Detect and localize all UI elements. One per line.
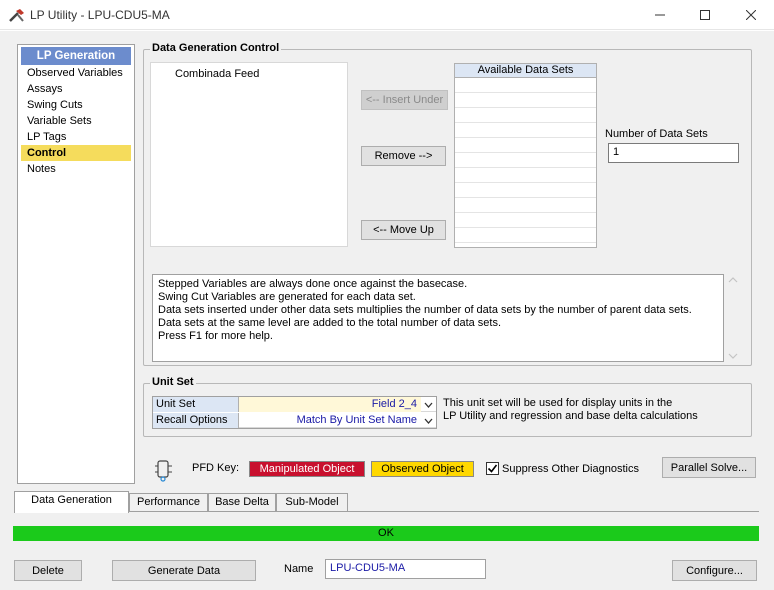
list-row xyxy=(455,213,596,228)
remove-button[interactable]: Remove --> xyxy=(361,146,446,166)
suppress-diagnostics-label[interactable]: Suppress Other Diagnostics xyxy=(502,463,639,475)
minimize-button[interactable] xyxy=(637,0,683,30)
recall-options-value[interactable]: Match By Unit Set Name xyxy=(239,413,421,428)
scroll-down-icon[interactable] xyxy=(728,352,738,360)
lp-generation-nav: LP Generation Observed Variables Assays … xyxy=(17,44,135,484)
nav-item-observed-variables[interactable]: Observed Variables xyxy=(21,65,131,81)
nav-item-control[interactable]: Control xyxy=(21,145,131,161)
tab-performance[interactable]: Performance xyxy=(129,493,208,511)
parallel-solve-button[interactable]: Parallel Solve... xyxy=(662,457,756,478)
client-area: LP Generation Observed Variables Assays … xyxy=(0,31,774,590)
tab-base-delta[interactable]: Base Delta xyxy=(208,493,276,511)
lp-object-icon xyxy=(155,460,172,482)
name-field[interactable]: LPU-CDU5-MA xyxy=(325,559,486,579)
unit-set-value[interactable]: Field 2_4 xyxy=(239,397,421,412)
list-row xyxy=(455,138,596,153)
chevron-down-icon xyxy=(424,402,433,408)
list-row xyxy=(455,123,596,138)
help-line: Swing Cut Variables are generated for ea… xyxy=(158,291,416,303)
maximize-icon xyxy=(700,10,710,20)
observed-object-key: Observed Object xyxy=(371,461,474,477)
help-line: Stepped Variables are always done once a… xyxy=(158,278,468,290)
available-data-sets-header: Available Data Sets xyxy=(455,64,596,78)
chevron-down-icon xyxy=(424,418,433,424)
close-icon xyxy=(746,10,756,20)
unit-set-group: Unit Set Unit Set Field 2_4 Recall Optio… xyxy=(143,376,752,437)
unit-set-note-line2: LP Utility and regression and base delta… xyxy=(443,410,698,422)
maximize-button[interactable] xyxy=(682,0,728,30)
number-of-data-sets-label: Number of Data Sets xyxy=(605,128,708,140)
list-row xyxy=(455,78,596,93)
status-bar: OK xyxy=(13,526,759,541)
unit-set-note-line1: This unit set will be used for display u… xyxy=(443,397,673,409)
move-up-button[interactable]: <-- Move Up xyxy=(361,220,446,240)
configure-button[interactable]: Configure... xyxy=(672,560,757,581)
list-row xyxy=(455,228,596,243)
minimize-icon xyxy=(655,14,665,16)
grid-row-unit-set: Unit Set Field 2_4 xyxy=(153,397,436,412)
help-text-box: Stepped Variables are always done once a… xyxy=(152,274,724,362)
list-row xyxy=(455,183,596,198)
help-scrollbar[interactable] xyxy=(728,276,738,360)
manipulated-object-key: Manipulated Object xyxy=(249,461,365,477)
checkmark-icon xyxy=(487,464,498,473)
list-row xyxy=(455,93,596,108)
help-line: Press F1 for more help. xyxy=(158,330,273,342)
pfd-key-label: PFD Key: xyxy=(192,462,240,474)
close-button[interactable] xyxy=(728,0,774,30)
nav-item-variable-sets[interactable]: Variable Sets xyxy=(21,113,131,129)
tab-sub-model[interactable]: Sub-Model xyxy=(276,493,348,511)
list-row xyxy=(455,153,596,168)
list-row xyxy=(455,168,596,183)
list-row xyxy=(455,198,596,213)
number-of-data-sets-field[interactable]: 1 xyxy=(608,143,739,163)
name-label: Name xyxy=(284,563,314,575)
tree-item-combinada-feed[interactable]: Combinada Feed xyxy=(175,68,259,80)
help-line: Data sets at the same level are added to… xyxy=(158,317,502,329)
unit-set-label: Unit Set xyxy=(153,397,239,412)
nav-item-swing-cuts[interactable]: Swing Cuts xyxy=(21,97,131,113)
title-bar: LP Utility - LPU-CDU5-MA xyxy=(0,0,774,30)
data-generation-control-group: Data Generation Control Combinada Feed <… xyxy=(143,42,752,366)
group-title-data-generation-control: Data Generation Control xyxy=(150,42,282,54)
recall-options-dropdown[interactable] xyxy=(421,413,436,428)
generate-data-button[interactable]: Generate Data xyxy=(112,560,256,581)
nav-header: LP Generation xyxy=(21,47,131,65)
scroll-up-icon[interactable] xyxy=(728,276,738,284)
nav-item-notes[interactable]: Notes xyxy=(21,161,131,177)
help-line: Data sets inserted under other data sets… xyxy=(158,304,692,316)
data-set-tree[interactable]: Combinada Feed xyxy=(150,62,348,247)
unit-set-grid: Unit Set Field 2_4 Recall Options Match … xyxy=(152,396,437,429)
unit-set-dropdown[interactable] xyxy=(421,397,436,412)
nav-item-assays[interactable]: Assays xyxy=(21,81,131,97)
window-title: LP Utility - LPU-CDU5-MA xyxy=(30,8,170,22)
delete-button[interactable]: Delete xyxy=(14,560,82,581)
list-row xyxy=(455,108,596,123)
lp-utility-app-icon xyxy=(9,9,24,22)
tab-data-generation[interactable]: Data Generation xyxy=(14,491,129,513)
nav-item-lp-tags[interactable]: LP Tags xyxy=(21,129,131,145)
suppress-diagnostics-checkbox[interactable] xyxy=(486,462,499,475)
available-data-sets-list[interactable]: Available Data Sets xyxy=(454,63,597,248)
group-title-unit-set: Unit Set xyxy=(150,376,196,388)
insert-under-button[interactable]: <-- Insert Under xyxy=(361,90,448,110)
recall-options-label: Recall Options xyxy=(153,413,239,428)
grid-row-recall-options: Recall Options Match By Unit Set Name xyxy=(153,413,436,428)
